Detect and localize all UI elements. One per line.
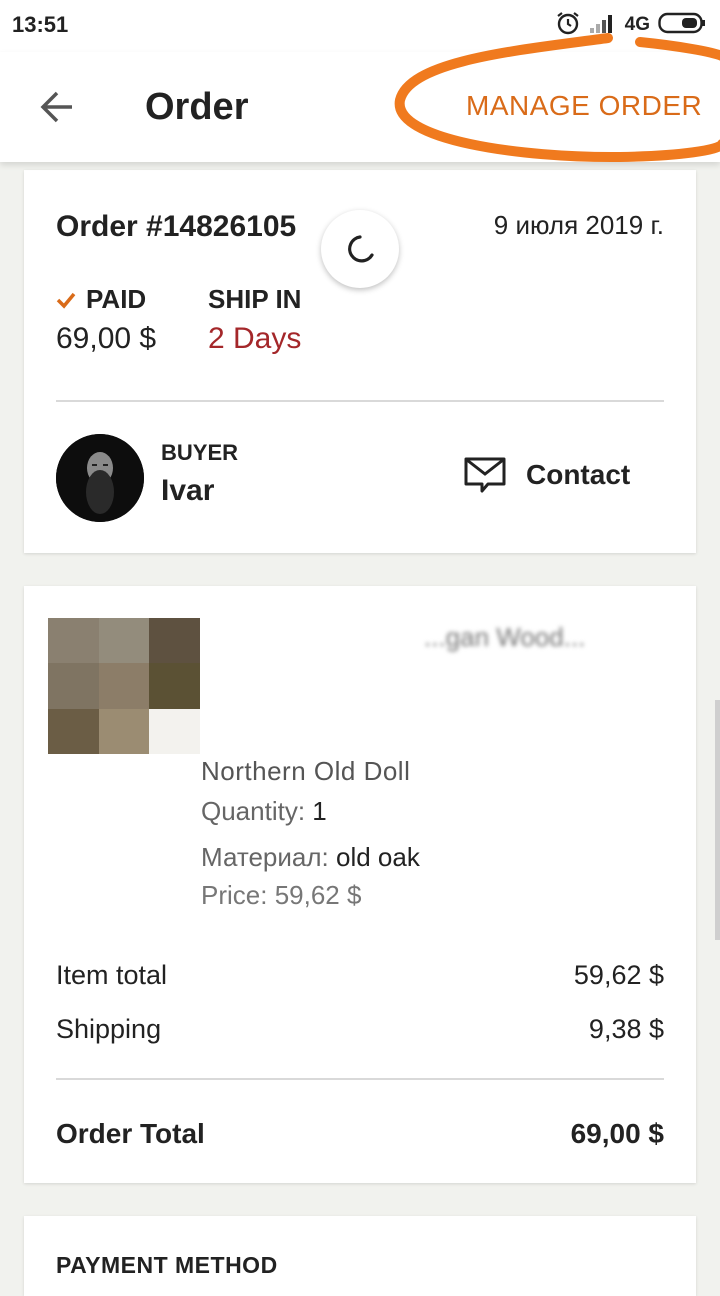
ship-in-label: SHIP IN	[208, 284, 302, 314]
scrollbar[interactable]	[715, 700, 720, 940]
app-bar: Order MANAGE ORDER	[0, 52, 720, 162]
manage-order-button[interactable]: MANAGE ORDER	[466, 90, 702, 122]
price-label: Price:	[201, 880, 268, 910]
item-total-value: 59,62 $	[573, 960, 664, 990]
contact-button[interactable]: Contact	[464, 440, 664, 510]
item-quantity: Quantity: 1	[201, 796, 327, 827]
paid-label: PAID	[86, 284, 147, 314]
back-arrow-icon	[40, 91, 72, 123]
spinner-icon	[348, 235, 374, 263]
shipping-label: Shipping	[56, 1014, 162, 1044]
mail-icon	[464, 457, 506, 493]
status-icons: 4G	[555, 10, 706, 40]
status-bar: 13:51 4G	[0, 0, 720, 52]
status-time: 13:51	[12, 12, 69, 37]
signal-icon	[589, 12, 617, 39]
quantity-label: Quantity:	[201, 796, 306, 826]
divider	[56, 1078, 664, 1080]
item-total-label: Item total	[56, 960, 168, 990]
order-date: 9 июля 2019 г.	[493, 210, 664, 240]
buyer-label: BUYER	[161, 440, 239, 465]
order-total-value: 69,00 $	[570, 1118, 664, 1149]
quantity-value: 1	[312, 796, 327, 826]
item-material: Материал: old oak	[201, 842, 420, 873]
item-thumbnail[interactable]	[48, 618, 200, 754]
material-value: old oak	[336, 842, 420, 872]
contact-label: Contact	[526, 459, 631, 490]
page-title: Order	[145, 86, 249, 128]
order-total-label: Order Total	[56, 1118, 205, 1149]
shipping-value: 9,38 $	[588, 1014, 664, 1044]
order-item-card: ...gan Wood... Northern Old Doll Quantit…	[24, 586, 696, 1183]
alarm-icon	[555, 10, 581, 41]
battery-icon	[658, 12, 706, 39]
back-button[interactable]	[30, 80, 84, 134]
buyer-name: Ivar	[161, 474, 215, 507]
payment-method-card: PAYMENT METHOD	[24, 1216, 696, 1296]
loading-spinner	[321, 210, 399, 288]
paid-status: PAID	[56, 284, 146, 315]
order-card: Order #14826105 9 июля 2019 г. PAID 69,0…	[24, 170, 696, 553]
ship-in-value: 2 Days	[208, 322, 302, 355]
buyer-avatar[interactable]	[56, 434, 144, 522]
order-number: Order #14826105	[56, 210, 297, 243]
price-value: 59,62 $	[274, 880, 362, 910]
material-label: Материал:	[201, 842, 329, 872]
item-title-partial: ...gan Wood...	[424, 622, 586, 652]
item-title[interactable]: Northern Old Doll	[201, 756, 410, 787]
payment-method-title: PAYMENT METHOD	[56, 1252, 278, 1278]
divider	[56, 400, 664, 402]
network-type: 4G	[624, 14, 650, 35]
paid-amount: 69,00 $	[56, 322, 157, 355]
item-price: Price: 59,62 $	[201, 880, 361, 911]
checkmark-icon	[56, 292, 76, 309]
